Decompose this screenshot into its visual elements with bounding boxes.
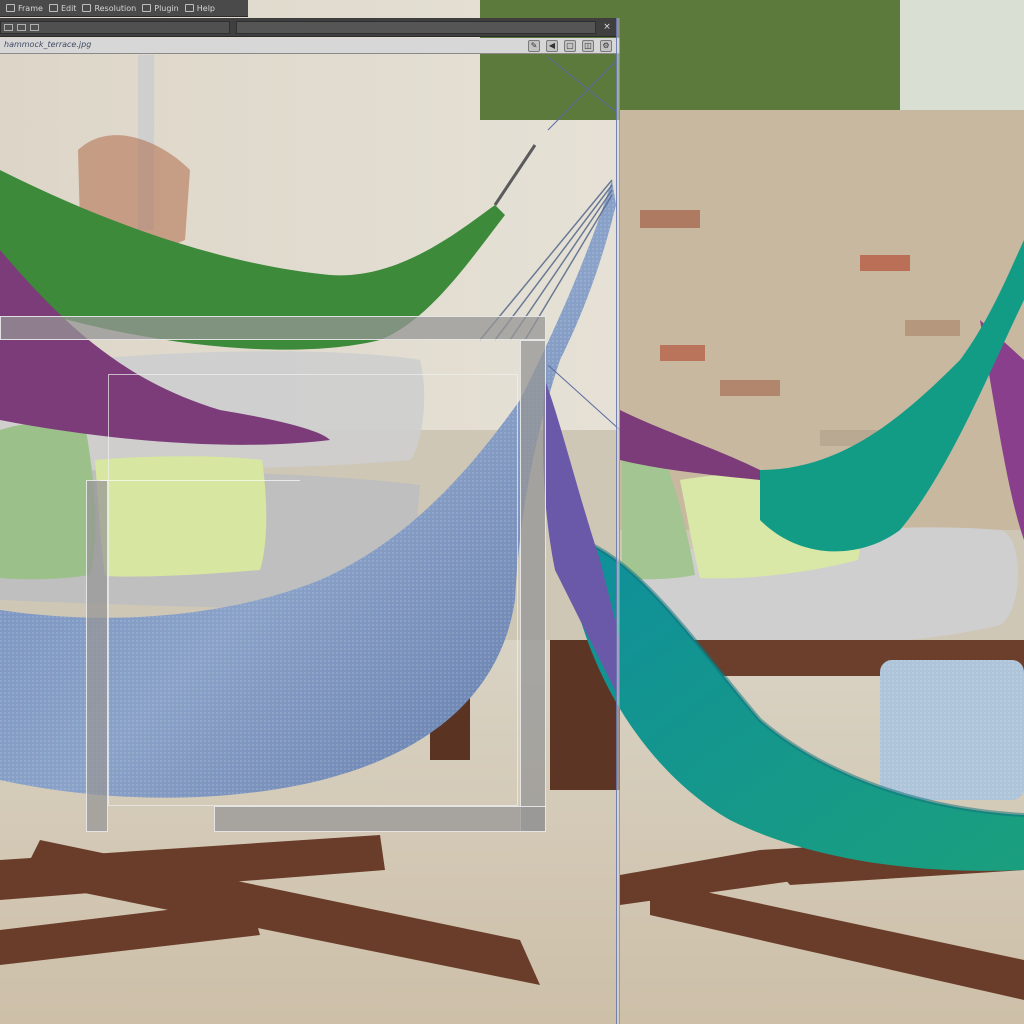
window-title-tabs xyxy=(0,21,230,34)
screenshot-stage: Frame Edit Resolution Plugin Help × hammock_… xyxy=(0,0,1024,1024)
overlay-frame-top[interactable] xyxy=(0,316,546,340)
menu-item-frame[interactable]: Frame xyxy=(6,4,43,13)
toolbar-icons: ✎ ◀ ▢ ◫ ⚙ xyxy=(528,40,612,52)
pen-icon[interactable]: ✎ xyxy=(528,40,540,52)
menu-item-label: Edit xyxy=(60,3,77,13)
square-icon[interactable] xyxy=(30,24,39,31)
square-icon xyxy=(48,4,58,12)
menu-item-label: Frame xyxy=(18,3,43,13)
square-icon[interactable] xyxy=(17,24,26,31)
square-icon[interactable]: ▢ xyxy=(564,40,576,52)
square-icon[interactable] xyxy=(4,24,13,31)
overlay-frame-right[interactable] xyxy=(520,340,546,832)
close-icon[interactable]: × xyxy=(600,21,614,34)
layers-icon[interactable]: ◫ xyxy=(582,40,594,52)
square-icon xyxy=(6,4,15,12)
overlay-frame-bottom[interactable] xyxy=(214,806,546,832)
square-icon xyxy=(184,4,194,12)
window-titlebar: × xyxy=(0,18,620,37)
square-icon xyxy=(142,4,152,12)
settings-icon[interactable]: ⚙ xyxy=(600,40,612,52)
panel-splitter[interactable] xyxy=(616,18,620,1024)
window-title-field[interactable] xyxy=(236,21,596,34)
triangle-icon[interactable]: ◀ xyxy=(546,40,558,52)
document-bar: hammock_terrace.jpg ✎ ◀ ▢ ◫ ⚙ xyxy=(0,38,620,54)
menu-item-resolution[interactable]: Resolution xyxy=(82,4,136,13)
selection-outline[interactable] xyxy=(108,374,518,806)
selection-guide xyxy=(100,480,300,489)
overlay-frame-left[interactable] xyxy=(86,480,108,832)
menu-item-help[interactable]: Help xyxy=(184,3,215,13)
menu-item-edit[interactable]: Edit xyxy=(48,3,77,13)
document-title: hammock_terrace.jpg xyxy=(4,40,92,49)
menu-item-label: Resolution xyxy=(94,3,137,13)
menu-bar: Frame Edit Resolution Plugin Help xyxy=(0,0,248,17)
menu-item-label: Help xyxy=(196,3,215,13)
background-sky xyxy=(900,0,1024,120)
square-icon xyxy=(82,4,92,12)
menu-item-label: Plugin xyxy=(154,3,179,13)
pillow-green-left xyxy=(0,421,96,580)
menu-item-plugin[interactable]: Plugin xyxy=(142,4,179,13)
